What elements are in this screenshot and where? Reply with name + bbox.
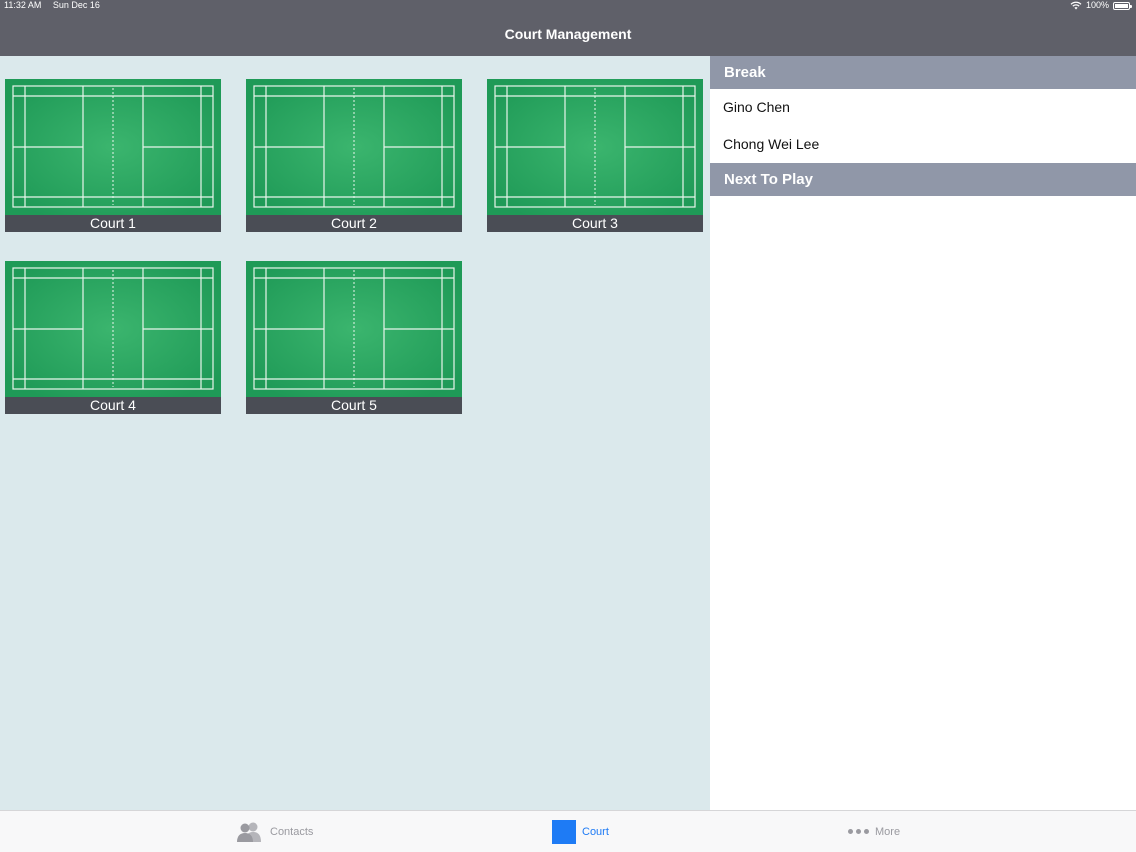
court-diagram <box>246 79 462 215</box>
court-card-5[interactable]: Court 5 <box>246 261 462 415</box>
court-card-4[interactable]: Court 4 <box>5 261 221 415</box>
court-label: Court 5 <box>246 397 462 414</box>
tab-contacts[interactable]: Contacts <box>236 811 313 852</box>
player-row[interactable]: Chong Wei Lee <box>710 126 1136 163</box>
battery-icon <box>1113 1 1132 10</box>
court-diagram <box>5 261 221 397</box>
wifi-icon <box>1070 1 1082 10</box>
page-title: Court Management <box>504 26 632 42</box>
tab-label: More <box>875 825 901 838</box>
court-card-1[interactable]: Court 1 <box>5 79 221 233</box>
player-list-panel: Break Gino Chen Chong Wei Lee Next To Pl… <box>710 56 1136 810</box>
court-label: Court 1 <box>5 215 221 232</box>
court-diagram <box>246 261 462 397</box>
court-icon <box>552 819 576 844</box>
court-label: Court 2 <box>246 215 462 232</box>
status-bar: 11:32 AM Sun Dec 16 100% <box>0 0 1136 12</box>
courts-area: Court 1 Court 2 Court 3 Court 4 Court 5 <box>0 56 710 810</box>
court-card-2[interactable]: Court 2 <box>246 79 462 233</box>
tab-bar: Contacts Court More <box>0 810 1136 852</box>
contacts-icon <box>237 822 261 842</box>
battery-percent: 100% <box>1085 0 1109 10</box>
tab-court[interactable]: Court <box>552 811 609 852</box>
next-to-play-section-header: Next To Play <box>710 163 1136 196</box>
navigation-bar: Court Management <box>0 12 1136 56</box>
break-section-header: Break <box>710 56 1136 89</box>
player-row[interactable]: Gino Chen <box>710 89 1136 126</box>
court-label: Court 3 <box>487 215 703 232</box>
court-label: Court 4 <box>5 397 221 414</box>
court-diagram <box>5 79 221 215</box>
court-diagram <box>487 79 703 215</box>
status-date: Sun Dec 16 <box>52 0 100 10</box>
tab-more[interactable]: More <box>848 811 900 852</box>
more-icon <box>848 829 869 834</box>
tab-label: Contacts <box>270 825 314 838</box>
tab-label: Court <box>582 825 609 838</box>
court-card-3[interactable]: Court 3 <box>487 79 703 233</box>
status-time: 11:32 AM <box>4 0 42 10</box>
